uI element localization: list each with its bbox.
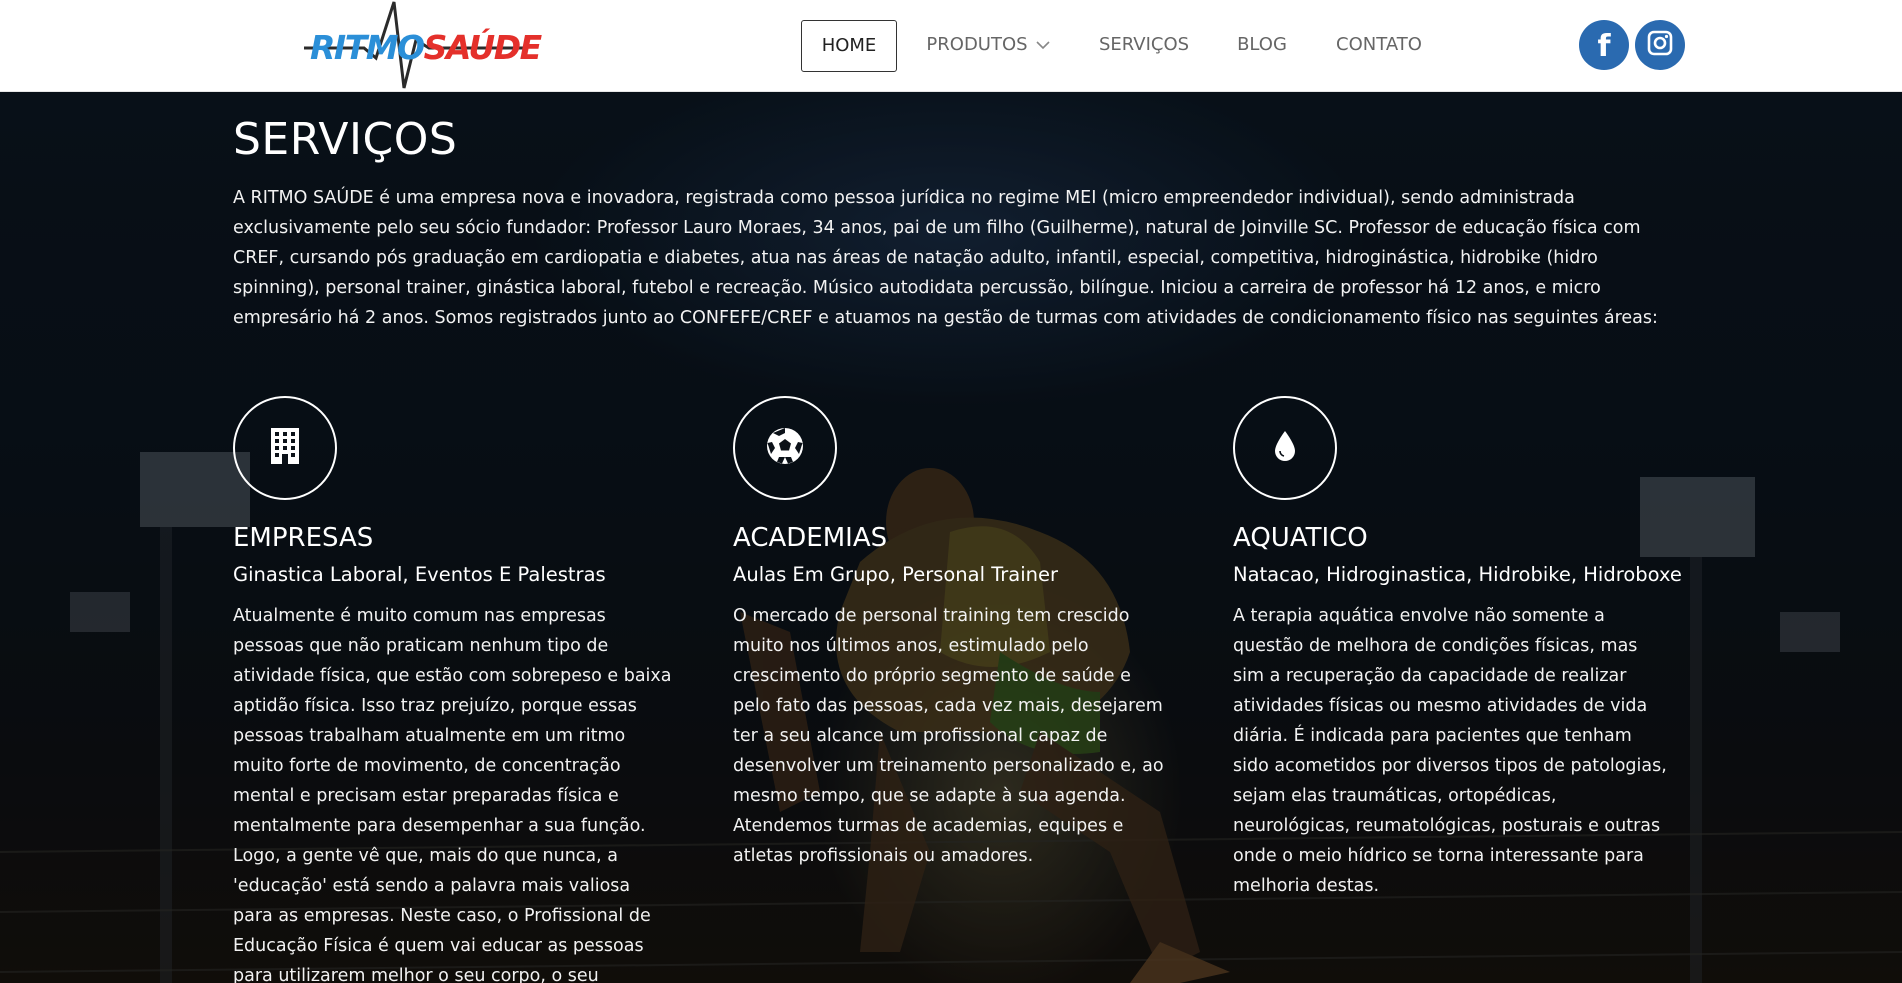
water-drop-icon (1273, 430, 1297, 466)
instagram-icon (1647, 30, 1673, 60)
building-icon (270, 427, 300, 469)
facebook-button[interactable]: f (1579, 20, 1629, 70)
service-title: AQUATICO (1233, 523, 1368, 553)
site-header: RITMOSAÚDE HOME PRODUTOS SERVIÇOS BLOG C… (0, 0, 1902, 92)
nav-home[interactable]: HOME (801, 20, 897, 72)
service-description: Atualmente é muito comum nas empresas pe… (233, 606, 672, 983)
services-section: SERVIÇOS A RITMO SAÚDE é uma empresa nov… (0, 92, 1902, 983)
services-content: SERVIÇOS A RITMO SAÚDE é uma empresa nov… (233, 92, 1682, 983)
service-icon-circle (233, 396, 337, 500)
service-title: ACADEMIAS (733, 523, 888, 553)
service-subtitle: Aulas Em Grupo, Personal Trainer (733, 563, 1059, 586)
logo-text-saude: SAÚDE (423, 28, 543, 67)
service-subtitle: Natacao, Hidroginastica, Hidrobike, Hidr… (1233, 563, 1682, 586)
service-card-empresas: EMPRESAS Ginastica Laboral, Eventos E Pa… (233, 396, 673, 983)
nav-blog[interactable]: BLOG (1228, 20, 1296, 70)
facebook-icon: f (1597, 28, 1611, 64)
logo-text: RITMOSAÚDE (310, 28, 543, 67)
service-icon-circle (733, 396, 837, 500)
service-card-aquatico: AQUATICO Natacao, Hidroginastica, Hidrob… (1233, 396, 1682, 896)
page-title: SERVIÇOS (233, 114, 458, 165)
chevron-down-icon (1036, 20, 1050, 70)
soccer-ball-icon (765, 426, 805, 470)
service-card-academias: ACADEMIAS Aulas Em Grupo, Personal Train… (733, 396, 1173, 866)
nav-produtos[interactable]: PRODUTOS (918, 20, 1058, 70)
nav-produtos-label: PRODUTOS (926, 34, 1028, 55)
service-description: A terapia aquática envolve não somente a… (1233, 606, 1667, 896)
logo-text-ritmo: RITMO (310, 28, 425, 67)
service-subtitle: Ginastica Laboral, Eventos E Palestras (233, 563, 606, 586)
site-logo[interactable]: RITMOSAÚDE (304, 0, 542, 91)
service-title: EMPRESAS (233, 523, 374, 553)
nav-servicos[interactable]: SERVIÇOS (1085, 20, 1203, 70)
service-icon-circle (1233, 396, 1337, 500)
instagram-button[interactable] (1635, 20, 1685, 70)
nav-contato[interactable]: CONTATO (1326, 20, 1432, 70)
service-description: O mercado de personal training tem cresc… (733, 606, 1164, 866)
intro-text: A RITMO SAÚDE é uma empresa nova e inova… (233, 188, 1658, 328)
